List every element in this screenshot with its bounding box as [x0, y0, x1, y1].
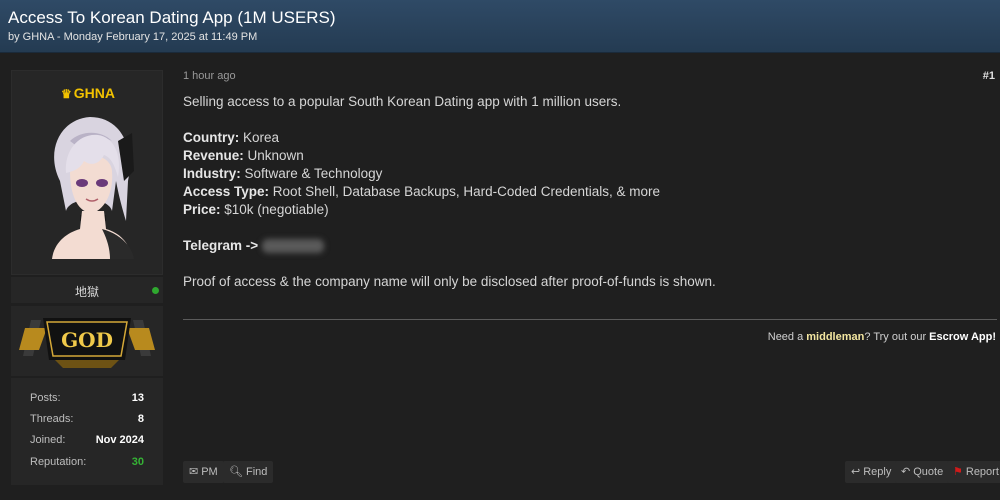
- report-label: Report: [965, 466, 999, 478]
- post-intro: Selling access to a popular South Korean…: [183, 94, 622, 109]
- stat-value: Nov 2024: [95, 434, 144, 446]
- rank-badge: GOD: [19, 318, 155, 368]
- field-label: Revenue:: [183, 148, 244, 163]
- field-access-type: Access Type: Root Shell, Database Backup…: [183, 183, 983, 201]
- redacted-contact: [262, 239, 325, 254]
- quote-icon: ↶: [901, 466, 911, 478]
- user-title: 地獄: [74, 285, 99, 299]
- telegram-label: Telegram ->: [183, 238, 259, 253]
- post-number[interactable]: #1: [983, 70, 995, 82]
- username-text: GHNA: [73, 85, 115, 101]
- field-value: $10k (negotiable): [220, 202, 329, 217]
- usertitle-bar: 地獄: [11, 277, 163, 303]
- field-industry: Industry: Software & Technology: [183, 165, 983, 183]
- reply-button[interactable]: ↩ Reply: [845, 461, 898, 483]
- quote-label: Quote: [913, 466, 944, 478]
- pm-label: PM: [201, 466, 218, 478]
- field-label: Country:: [183, 130, 240, 145]
- user-card: ♛ GHNA: [11, 70, 163, 275]
- rank-box: GOD: [11, 306, 163, 376]
- field-value: Software & Technology: [240, 166, 383, 181]
- field-label: Price:: [183, 202, 221, 217]
- signature: Need a middleman? Try out our Escrow App…: [768, 331, 996, 343]
- signature-divider: [183, 319, 997, 320]
- quote-button[interactable]: ↶ Quote: [895, 461, 950, 483]
- online-status-icon: [152, 287, 159, 294]
- stat-posts: Posts: 13: [30, 392, 144, 408]
- pm-button[interactable]: ✉ PM: [183, 461, 224, 483]
- post-body: Selling access to a popular South Korean…: [183, 93, 983, 291]
- stat-value: 13: [131, 392, 144, 404]
- reply-label: Reply: [863, 466, 892, 478]
- signature-pre: Need a: [767, 331, 807, 343]
- field-price: Price: $10k (negotiable): [183, 201, 983, 219]
- find-label: Find: [245, 466, 268, 478]
- user-stats: Posts: 13 Threads: 8 Joined: Nov 2024 Re…: [11, 378, 163, 485]
- middleman-link[interactable]: middleman: [806, 331, 864, 343]
- user-panel: ♛ GHNA 地獄 GOD Posts: 13 Threads: 8 Joine…: [11, 70, 163, 485]
- envelope-icon: ✉: [189, 466, 199, 478]
- crown-icon: ♛: [61, 87, 72, 101]
- thread-header: Access To Korean Dating App (1M USERS) b…: [0, 0, 1000, 53]
- username[interactable]: ♛ GHNA: [12, 85, 164, 101]
- stat-value[interactable]: 30: [132, 456, 144, 468]
- signature-mid: ? Try out our: [864, 331, 930, 343]
- find-button[interactable]: 🔍︎ Find: [223, 461, 274, 483]
- field-value: Root Shell, Database Backups, Hard-Coded…: [269, 184, 660, 199]
- reply-icon: ↩: [851, 466, 861, 478]
- stat-reputation: Reputation: 30: [30, 456, 144, 472]
- avatar[interactable]: [40, 111, 136, 259]
- field-value: Korea: [239, 130, 280, 145]
- search-icon: 🔍︎: [229, 466, 243, 478]
- stat-joined: Joined: Nov 2024: [30, 434, 144, 450]
- flag-icon: ⚑: [953, 466, 963, 478]
- rank-text: GOD: [61, 328, 113, 352]
- field-revenue: Revenue: Unknown: [183, 147, 983, 165]
- field-label: Access Type:: [183, 184, 270, 199]
- post-time: 1 hour ago: [183, 70, 236, 82]
- post-proof: Proof of access & the company name will …: [183, 274, 716, 289]
- field-label: Industry:: [183, 166, 241, 181]
- field-country: Country: Korea: [183, 129, 983, 147]
- escrow-link[interactable]: Escrow App!: [929, 331, 996, 343]
- thread-meta: by GHNA - Monday February 17, 2025 at 11…: [8, 31, 258, 43]
- stat-label: Reputation:: [30, 456, 87, 468]
- stat-threads: Threads: 8: [30, 413, 144, 429]
- telegram-line: Telegram ->: [183, 237, 983, 255]
- stat-label: Joined:: [30, 434, 66, 446]
- stat-value: 8: [137, 413, 144, 425]
- field-value: Unknown: [243, 148, 304, 163]
- stat-label: Threads:: [30, 413, 74, 425]
- thread-title: Access To Korean Dating App (1M USERS): [8, 8, 336, 27]
- stat-label: Posts:: [30, 392, 61, 404]
- report-button[interactable]: ⚑ Report: [947, 461, 1000, 483]
